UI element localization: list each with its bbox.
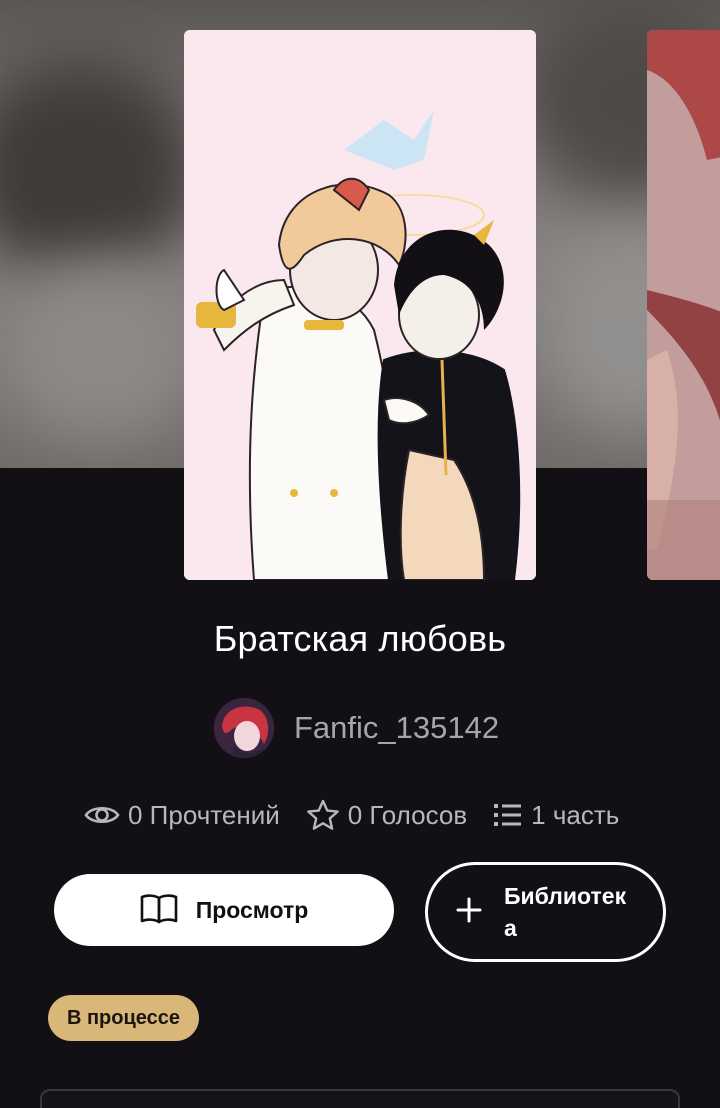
votes-count: 0 Голосов xyxy=(347,799,468,830)
plus-icon xyxy=(456,897,482,928)
next-story-cover[interactable] xyxy=(647,30,720,580)
votes-stat: 0 Голосов xyxy=(306,799,467,831)
story-cover-image[interactable] xyxy=(184,30,536,580)
author-row[interactable]: Fanfic_135142 xyxy=(214,698,499,758)
reads-stat: 0 Прочтений xyxy=(84,800,280,831)
status-badge: В процессе xyxy=(48,995,199,1041)
avatar-image xyxy=(214,698,274,758)
author-avatar[interactable] xyxy=(214,698,274,758)
parts-stat: 1 часть xyxy=(493,800,619,831)
description-panel xyxy=(40,1089,680,1108)
story-stats: 0 Прочтений 0 Голосов 1 часть xyxy=(84,795,645,835)
story-title: Братская любовь xyxy=(213,618,507,659)
library-button-label: Библиотека xyxy=(504,883,627,941)
eye-icon xyxy=(84,802,120,828)
book-icon xyxy=(140,892,178,929)
reads-count: 0 Прочтений xyxy=(128,799,280,830)
star-icon xyxy=(306,799,340,831)
next-cover-illustration xyxy=(647,30,720,580)
add-to-library-button[interactable]: Библиотека xyxy=(425,862,666,962)
list-icon xyxy=(493,802,523,828)
view-button-label: Просмотр xyxy=(195,896,309,923)
story-details-screen: Братская любовь Fanfic_135142 0 Прочтени… xyxy=(0,0,720,1108)
author-name[interactable]: Fanfic_135142 xyxy=(294,710,499,746)
cover-illustration xyxy=(184,30,536,580)
view-button[interactable]: Просмотр xyxy=(54,874,394,946)
parts-count: 1 часть xyxy=(531,799,620,830)
